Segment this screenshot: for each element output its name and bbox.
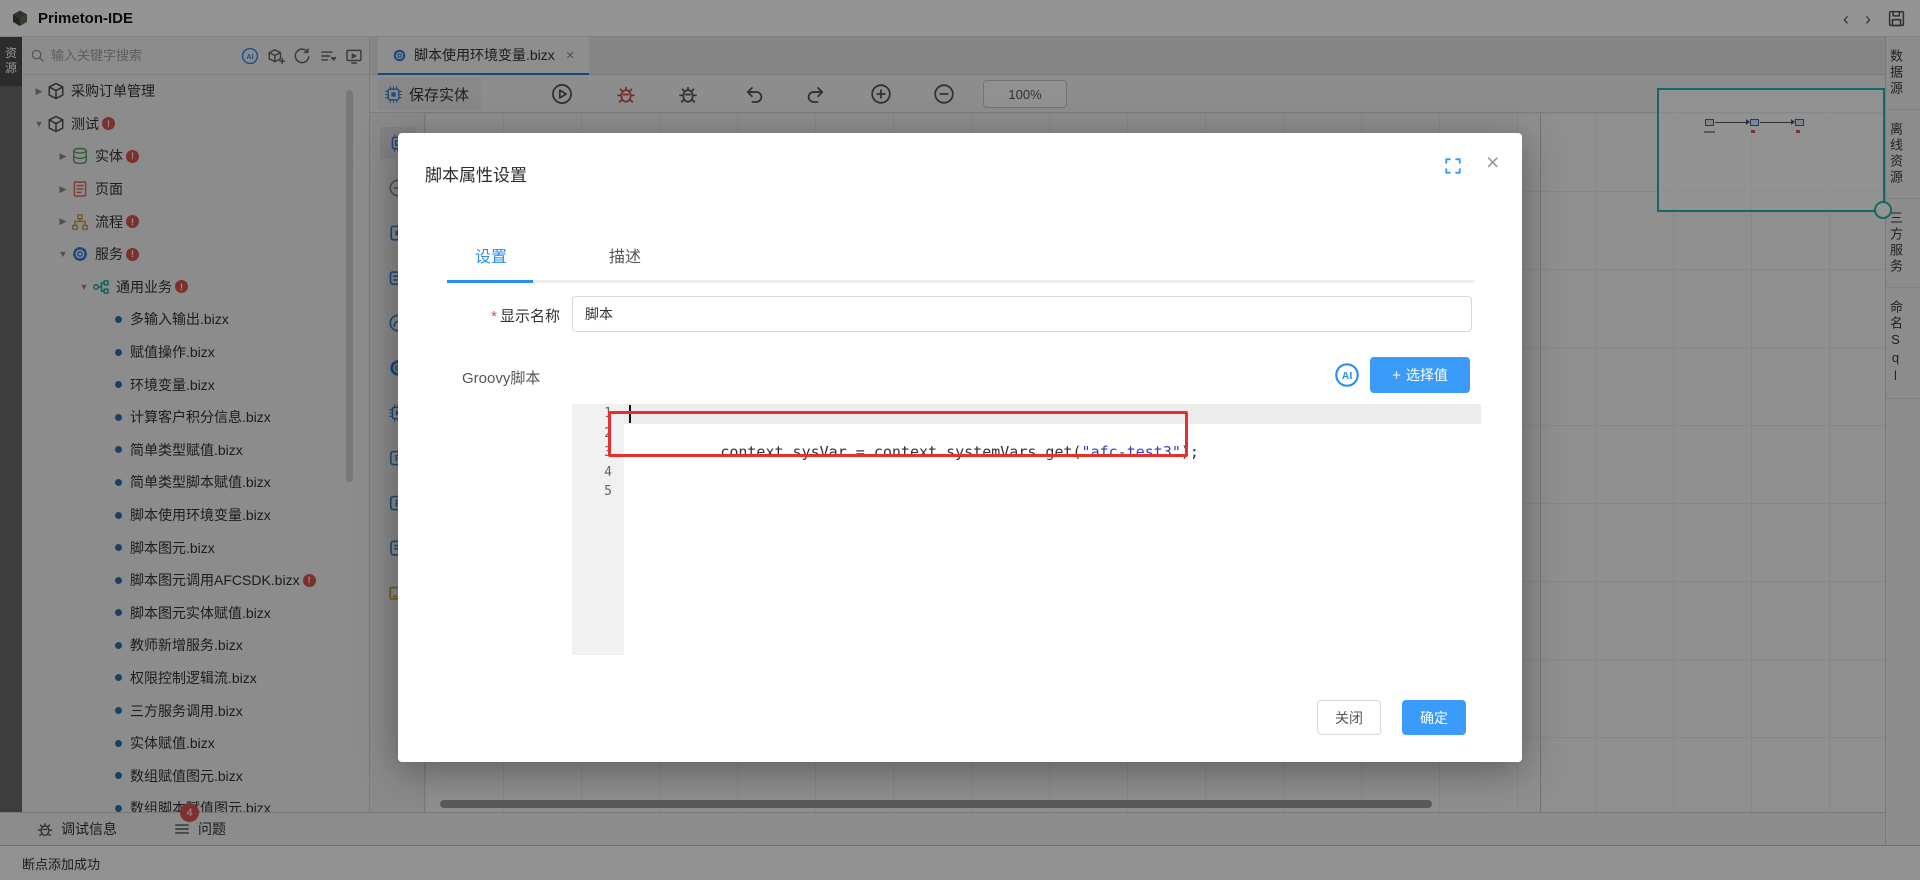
svg-text:AI: AI: [1342, 370, 1353, 382]
required-asterisk: *: [491, 308, 497, 325]
script-properties-dialog: 脚本属性设置 × 设置 描述 *显示名称 Groovy脚本 AI +选择值 12…: [398, 133, 1522, 762]
app-window: Primeton-IDE ‹ › 资源 AI ▶采购订单管理▼测试!▶实体!▶页…: [0, 0, 1920, 880]
dialog-tab-active-indicator: [447, 280, 533, 283]
dialog-tab-track: [447, 280, 1474, 283]
dialog-tab-settings[interactable]: 设置: [475, 243, 507, 267]
ok-button[interactable]: 确定: [1402, 700, 1466, 735]
fullscreen-icon[interactable]: [1444, 157, 1462, 175]
display-name-label: *显示名称: [438, 305, 560, 326]
groovy-code-editor[interactable]: 12345 context.sysVar = context.systemVar…: [572, 404, 1481, 655]
close-button[interactable]: 关闭: [1317, 700, 1381, 735]
red-highlight-box: [608, 411, 1188, 457]
plus-icon: +: [1392, 368, 1401, 383]
select-value-button[interactable]: +选择值: [1370, 357, 1470, 393]
ai-assist-icon[interactable]: AI: [1334, 362, 1360, 388]
line-number: 4: [572, 463, 624, 483]
dialog-close-icon[interactable]: ×: [1486, 151, 1499, 174]
dialog-tab-description[interactable]: 描述: [609, 243, 641, 267]
line-number: 5: [572, 482, 624, 502]
display-name-field[interactable]: [572, 296, 1472, 332]
groovy-script-label: Groovy脚本: [462, 367, 540, 388]
dialog-title: 脚本属性设置: [425, 161, 527, 186]
